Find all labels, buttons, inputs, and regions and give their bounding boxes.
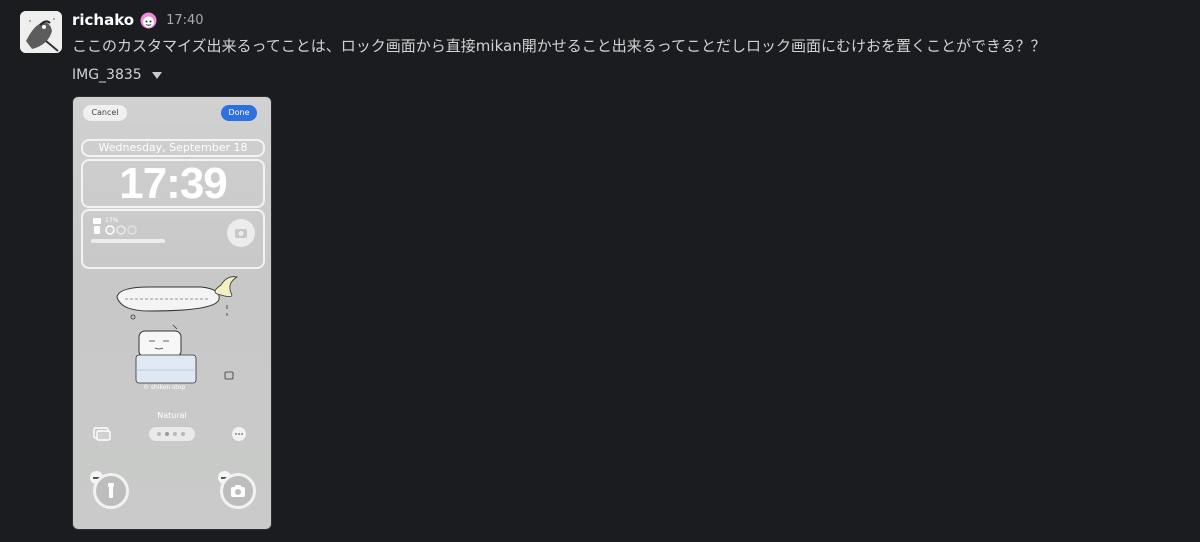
message-timestamp[interactable]: 17:40: [166, 13, 203, 28]
battery-percentage: 17%: [105, 217, 119, 224]
attachment-file-name[interactable]: IMG_3835: [72, 67, 142, 83]
lockscreen-widgets: 17%: [81, 209, 265, 269]
page-dot: [181, 432, 185, 436]
battery-widget-icon: [93, 218, 101, 234]
more-options-icon: [232, 427, 246, 441]
message-text: ここのカスタマイズ出来るってことは、ロック画面から直接mikan開かせること出来…: [72, 37, 1046, 55]
lockscreen-date: Wednesday, September 18: [81, 139, 265, 157]
page-dot: [157, 432, 161, 436]
page-dot: [173, 432, 177, 436]
author-name[interactable]: richako: [72, 11, 134, 29]
lockscreen-clock-frame: 17:39: [81, 159, 265, 208]
wallpaper-name: Natural: [157, 411, 187, 420]
cancel-button: Cancel: [83, 105, 127, 121]
wallpaper-illustration-icon: [116, 276, 239, 384]
message-header: richako 17:40: [72, 8, 1190, 32]
headphones-icon: [105, 225, 137, 235]
progress-bar: [91, 239, 165, 243]
pink-face-emoji-icon: [139, 11, 158, 30]
attachment-header: IMG_3835: [72, 65, 1190, 85]
gallery-icon: [93, 427, 111, 441]
caret-down-icon[interactable]: [151, 71, 162, 79]
message: richako 17:40 ここのカスタマイズ出来るってことは、ロック画面から直…: [72, 8, 1190, 85]
camera-icon: [231, 485, 245, 497]
page-dots: [149, 427, 195, 441]
bird-avatar-icon: [20, 11, 62, 53]
done-button: Done: [221, 105, 257, 121]
camera-button: [220, 473, 256, 509]
lockscreen-clock: 17:39: [119, 159, 228, 208]
avatar[interactable]: [20, 11, 62, 53]
flashlight-icon: [108, 483, 114, 498]
wallpaper-credit: © shiken.stop: [143, 384, 186, 391]
camera-widget: [227, 219, 255, 247]
camera-icon: [235, 229, 247, 238]
image-attachment[interactable]: Cancel Done Wednesday, September 18 17:3…: [72, 96, 272, 530]
page-dot: [165, 432, 169, 436]
flashlight-button: [93, 473, 129, 509]
